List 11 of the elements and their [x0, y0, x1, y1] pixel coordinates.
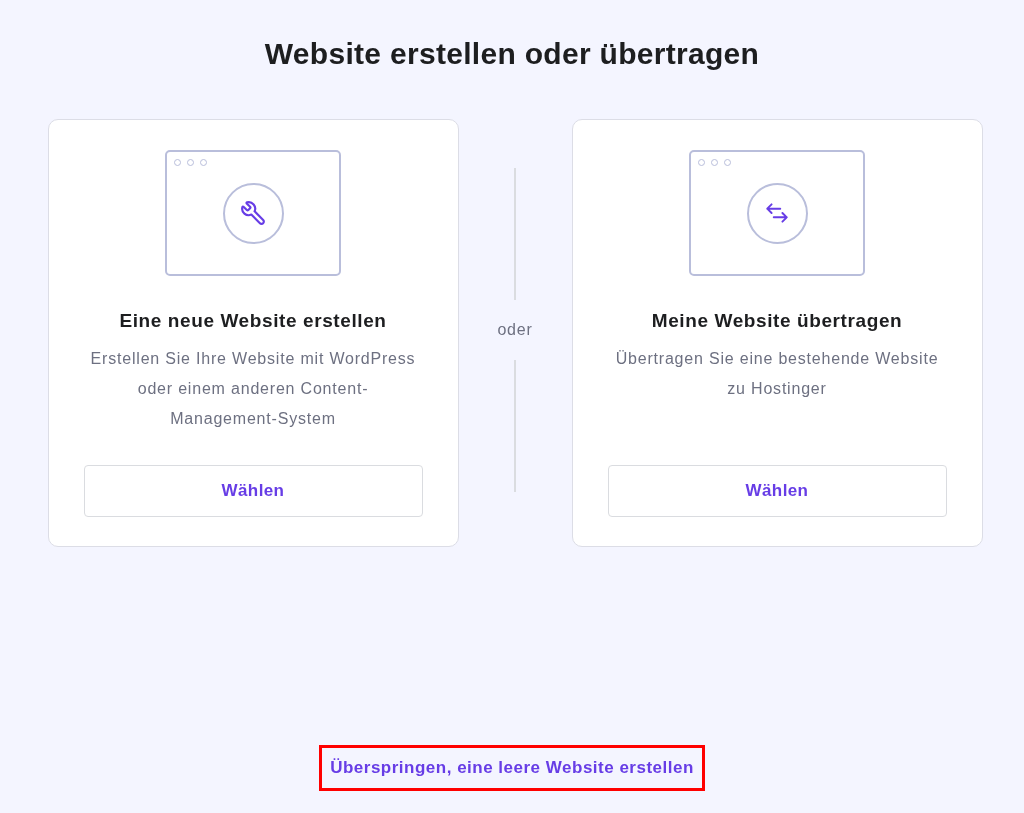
- separator-label: oder: [497, 320, 533, 340]
- page-title: Website erstellen oder übertragen: [264, 36, 760, 72]
- card-title: Eine neue Website erstellen: [119, 309, 387, 333]
- skip-link[interactable]: Überspringen, eine leere Website erstellen: [330, 756, 694, 780]
- choose-button[interactable]: Wählen: [83, 465, 423, 517]
- card-title: Meine Website übertragen: [651, 309, 903, 333]
- choose-button[interactable]: Wählen: [607, 465, 947, 517]
- card-description: Erstellen Sie Ihre Website mit WordPress oder einem anderen Content-Management-System: [89, 349, 417, 429]
- wrench-icon: [222, 182, 284, 244]
- card-description: Übertragen Sie eine bestehende Website zu Hostinger: [614, 349, 940, 399]
- swap-arrows-icon: [746, 182, 808, 244]
